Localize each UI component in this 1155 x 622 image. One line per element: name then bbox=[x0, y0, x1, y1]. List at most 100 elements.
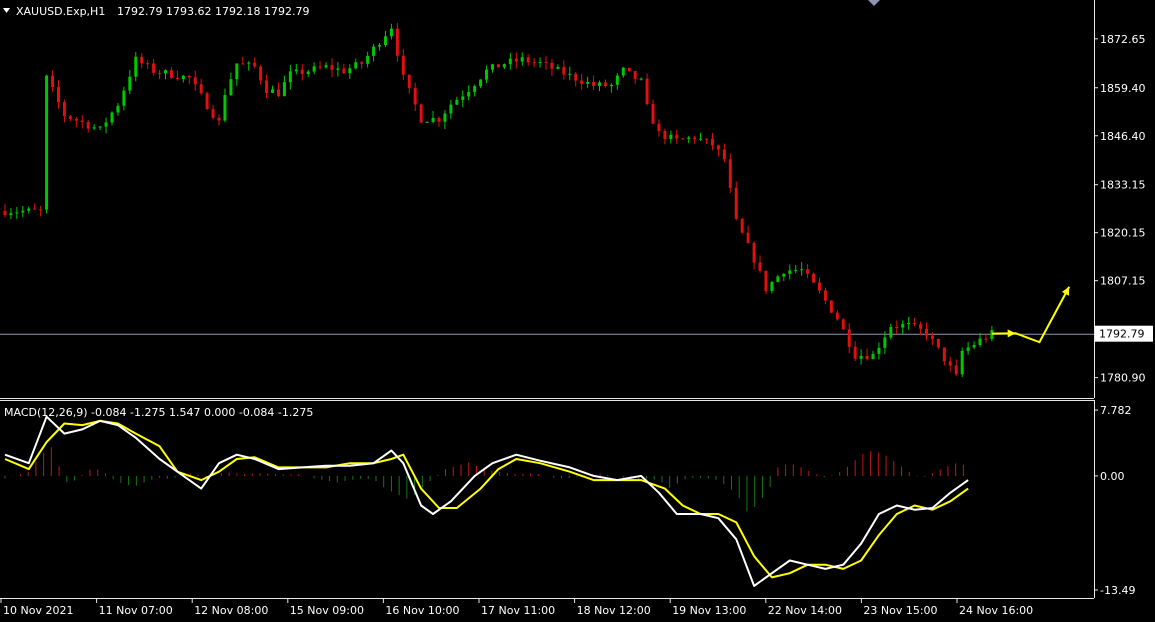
candle-body bbox=[413, 87, 417, 105]
candle-body bbox=[603, 82, 607, 87]
candle-body bbox=[146, 63, 150, 65]
candle-body bbox=[901, 324, 905, 328]
candle-body bbox=[163, 70, 167, 74]
candle-body bbox=[366, 55, 370, 64]
candle-body bbox=[877, 347, 881, 354]
candle-body bbox=[734, 187, 738, 219]
candle-body bbox=[187, 75, 191, 78]
candle-body bbox=[925, 328, 929, 336]
candle-body bbox=[645, 78, 649, 105]
candle-body bbox=[306, 71, 310, 75]
price-tick-label: 1859.40 bbox=[1100, 82, 1146, 95]
candle-body bbox=[984, 338, 988, 340]
candle-body bbox=[728, 159, 732, 188]
time-tick-label: 15 Nov 09:00 bbox=[290, 604, 364, 617]
candle-body bbox=[829, 300, 833, 313]
candle-body bbox=[514, 58, 518, 62]
candle-body bbox=[788, 270, 792, 274]
candle-body bbox=[895, 327, 899, 329]
candle-body bbox=[651, 104, 655, 124]
candle-body bbox=[330, 65, 334, 70]
candle-body bbox=[360, 62, 364, 64]
candle-body bbox=[592, 81, 596, 87]
candle-body bbox=[294, 69, 298, 72]
price-tick-label: 1833.15 bbox=[1100, 179, 1146, 192]
candle-body bbox=[806, 269, 810, 274]
candle-body bbox=[841, 319, 845, 330]
price-axis: 1872.65 1859.40 1846.40 1833.15 1820.15 1807.… bbox=[1094, 33, 1153, 597]
candle-body bbox=[800, 269, 804, 271]
candle-body bbox=[716, 145, 720, 150]
candle-body bbox=[235, 63, 239, 80]
candle-body bbox=[954, 365, 958, 375]
candle-body bbox=[152, 63, 156, 73]
candle-body bbox=[615, 75, 619, 85]
macd-tick-label: 0.00 bbox=[1100, 470, 1125, 483]
candle-body bbox=[383, 36, 387, 46]
candle-body bbox=[122, 90, 126, 106]
ohlc-label: 1792.79 1793.62 1792.18 1792.79 bbox=[117, 5, 309, 18]
time-axis: 10 Nov 2021 11 Nov 07:00 12 Nov 08:00 15 No… bbox=[0, 598, 1033, 617]
candle-body bbox=[930, 335, 934, 339]
candle-body bbox=[574, 73, 578, 81]
candle-body bbox=[669, 134, 673, 140]
candle-body bbox=[419, 104, 423, 123]
candle-body bbox=[68, 116, 72, 119]
candle-body bbox=[276, 89, 280, 97]
candle-body bbox=[687, 137, 691, 139]
candle-body bbox=[116, 105, 120, 113]
candle-body bbox=[134, 56, 138, 77]
macd-tick-label: -13.49 bbox=[1100, 584, 1135, 597]
candle-body bbox=[425, 121, 429, 123]
candle-body bbox=[966, 347, 970, 351]
candle-body bbox=[372, 46, 376, 56]
macd-tick-label: 7.782 bbox=[1100, 404, 1132, 417]
candle-body bbox=[271, 89, 275, 93]
candle-body bbox=[407, 74, 411, 88]
candle-body bbox=[259, 66, 263, 81]
trading-chart[interactable]: 1872.65 1859.40 1846.40 1833.15 1820.15 1807.… bbox=[0, 0, 1155, 622]
candle-body bbox=[490, 64, 494, 70]
candle-body bbox=[847, 329, 851, 347]
candle-body bbox=[710, 138, 714, 146]
time-tick-label: 12 Nov 08:00 bbox=[194, 604, 268, 617]
candle-body bbox=[520, 57, 524, 62]
candle-body bbox=[538, 62, 542, 64]
candle-body bbox=[348, 68, 352, 74]
candle-body bbox=[580, 80, 584, 84]
candle-body bbox=[675, 134, 679, 139]
candle-body bbox=[217, 117, 221, 121]
current-price-label: 1792.79 bbox=[1099, 328, 1145, 341]
candle-body bbox=[586, 81, 590, 84]
macd-label: MACD(12,26,9) -0.084 -1.275 1.547 0.000 … bbox=[4, 406, 313, 419]
candle-body bbox=[33, 208, 37, 210]
candle-body bbox=[865, 355, 869, 360]
candle-body bbox=[532, 62, 536, 64]
time-tick-label: 19 Nov 13:00 bbox=[672, 604, 746, 617]
candle-body bbox=[265, 80, 269, 93]
candle-body bbox=[247, 62, 251, 64]
candle-body bbox=[889, 327, 893, 338]
candle-body bbox=[657, 123, 661, 132]
candle-body bbox=[86, 121, 90, 129]
candle-body bbox=[817, 282, 821, 291]
candle-body bbox=[853, 346, 857, 359]
candle-body bbox=[835, 312, 839, 320]
candle-body bbox=[770, 281, 774, 292]
candle-body bbox=[158, 72, 162, 74]
candle-body bbox=[794, 270, 798, 272]
candle-body bbox=[318, 66, 322, 68]
candle-body bbox=[104, 122, 108, 127]
candle-body bbox=[621, 67, 625, 76]
candle-body bbox=[229, 79, 233, 96]
candle-body bbox=[241, 63, 245, 65]
candle-body bbox=[568, 73, 572, 75]
candle-body bbox=[378, 45, 382, 47]
candle-body bbox=[948, 361, 952, 366]
candle-body bbox=[871, 353, 875, 360]
candle-body bbox=[722, 149, 726, 160]
candle-body bbox=[705, 138, 709, 140]
candle-body bbox=[544, 62, 548, 64]
time-tick-label: 22 Nov 14:00 bbox=[768, 604, 842, 617]
time-tick-label: 24 Nov 16:00 bbox=[959, 604, 1033, 617]
